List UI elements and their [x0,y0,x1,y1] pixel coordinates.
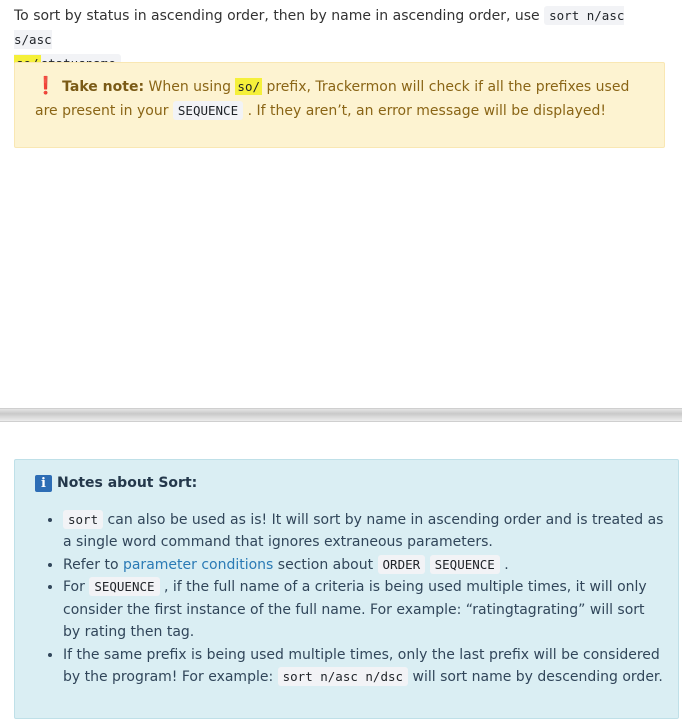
list-item-text: . [499,556,509,573]
list-item-text: can also be used as is! It will sort by … [63,511,664,551]
list-item-text: Refer to [63,556,123,573]
list-item-text: section about [273,556,378,573]
note-label: Take note: [62,79,145,95]
code-sort-example: sort n/asc n/dsc [277,667,409,686]
note-highlight-so: so/ [235,78,262,95]
note-code-so: so/ [235,78,262,95]
code-order: ORDER [377,554,426,574]
code-sequence: SEQUENCE [429,554,500,574]
list-item-text: For [63,579,90,595]
parameter-conditions-link[interactable]: parameter conditions [123,557,273,573]
code-sequence: SEQUENCE [89,577,160,596]
note-text: . If they aren’t, an error message will … [243,103,607,119]
code-sort: sort [63,509,104,529]
list-item: For SEQUENCE , if the full name of a cri… [63,576,666,644]
exclamation-icon: ❗ [35,76,57,96]
list-item-text: will sort name by descending order. [408,669,663,685]
take-note-callout: ❗ Take note: When using so/ prefix, Track… [14,62,665,148]
intro-text: To sort by status in ascending order, th… [14,8,545,24]
note-code-sequence: SEQUENCE [172,101,244,120]
info-title: Notes about Sort: [57,475,198,491]
note-text: When using [144,79,236,95]
page-divider [0,408,682,422]
notes-about-sort-callout: i Notes about Sort: sort can also be used… [14,459,679,719]
list-item: Refer to parameter conditions section ab… [63,554,666,577]
list-item: If the same prefix is being used multipl… [63,644,666,689]
notes-list: sort can also be used as is! It will sor… [35,509,666,689]
info-icon: i [35,474,52,492]
top-section: To sort by status in ascending order, th… [0,0,682,408]
list-item: sort can also be used as is! It will sor… [63,509,666,554]
info-title-row: i Notes about Sort: [35,472,666,495]
